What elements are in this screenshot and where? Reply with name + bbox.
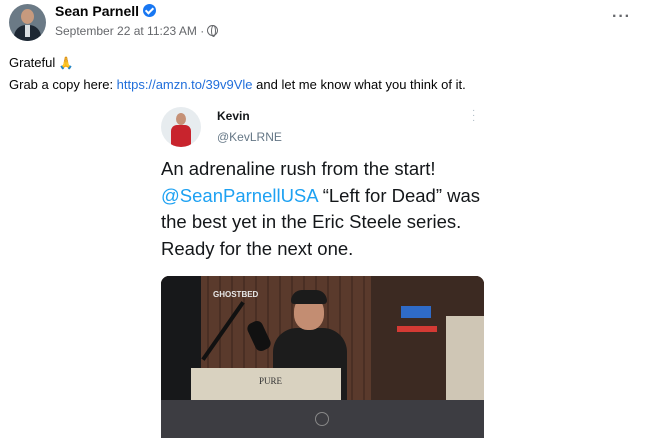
post-line-1-text: Grateful [9, 55, 56, 70]
more-options-button[interactable]: ··· [612, 8, 631, 26]
post-line-1: Grateful 🙏 [9, 52, 466, 74]
praying-hands-emoji-icon: 🙏 [58, 56, 74, 70]
author-name[interactable]: Sean Parnell [55, 3, 157, 19]
post-meta: September 22 at 11:23 AM · [55, 24, 219, 38]
author-name-label[interactable]: Sean Parnell [55, 3, 139, 19]
avatar-head [21, 9, 34, 24]
avatar-tie [25, 25, 30, 37]
ghostbed-sign: GHOSTBED [213, 290, 259, 299]
public-globe-icon [207, 25, 219, 37]
tweet-avatar-head [176, 113, 186, 125]
post-header: Sean Parnell September 22 at 11:23 AM · … [0, 0, 647, 44]
studio-red-light [397, 326, 437, 332]
tweet-avatar [161, 107, 201, 147]
author-avatar[interactable] [9, 4, 46, 41]
post-line-2-prefix: Grab a copy here: [9, 77, 117, 92]
host-cap [291, 290, 327, 304]
book-title-pure: PURE [259, 376, 283, 386]
verified-badge-icon [143, 4, 157, 17]
tweet-text-part1: An adrenaline rush from the start! [161, 158, 436, 179]
tweet-avatar-body [171, 125, 191, 147]
meta-separator: · [200, 24, 205, 38]
post-line-2: Grab a copy here: https://amzn.to/39v9Vl… [9, 74, 466, 96]
post-text: Grateful 🙏 Grab a copy here: https://amz… [9, 52, 466, 96]
post-timestamp[interactable]: September 22 at 11:23 AM [55, 24, 197, 38]
studio-cabinet [446, 316, 484, 406]
amazon-link[interactable]: https://amzn.to/39v9Vle [117, 77, 253, 92]
post-image[interactable]: Kevin @KevLRNE · · · An adrenaline rush fr… [0, 94, 647, 438]
tweet-mention: @SeanParnellUSA [161, 184, 318, 206]
tweet-screenshot: Kevin @KevLRNE · · · An adrenaline rush fr… [145, 94, 495, 438]
hp-logo-icon [315, 412, 329, 426]
laptop-screen-photo: GHOSTBED PURE [161, 276, 484, 438]
tweet-author-name: Kevin [217, 109, 250, 123]
tweet-text: An adrenaline rush from the start! @Sean… [161, 156, 491, 262]
tweet-author-handle: @KevLRNE [217, 130, 282, 144]
studio-blue-sign [401, 306, 431, 318]
post-line-2-suffix: and let me know what you think of it. [252, 77, 466, 92]
tweet-more-icon: · · · [472, 105, 476, 126]
